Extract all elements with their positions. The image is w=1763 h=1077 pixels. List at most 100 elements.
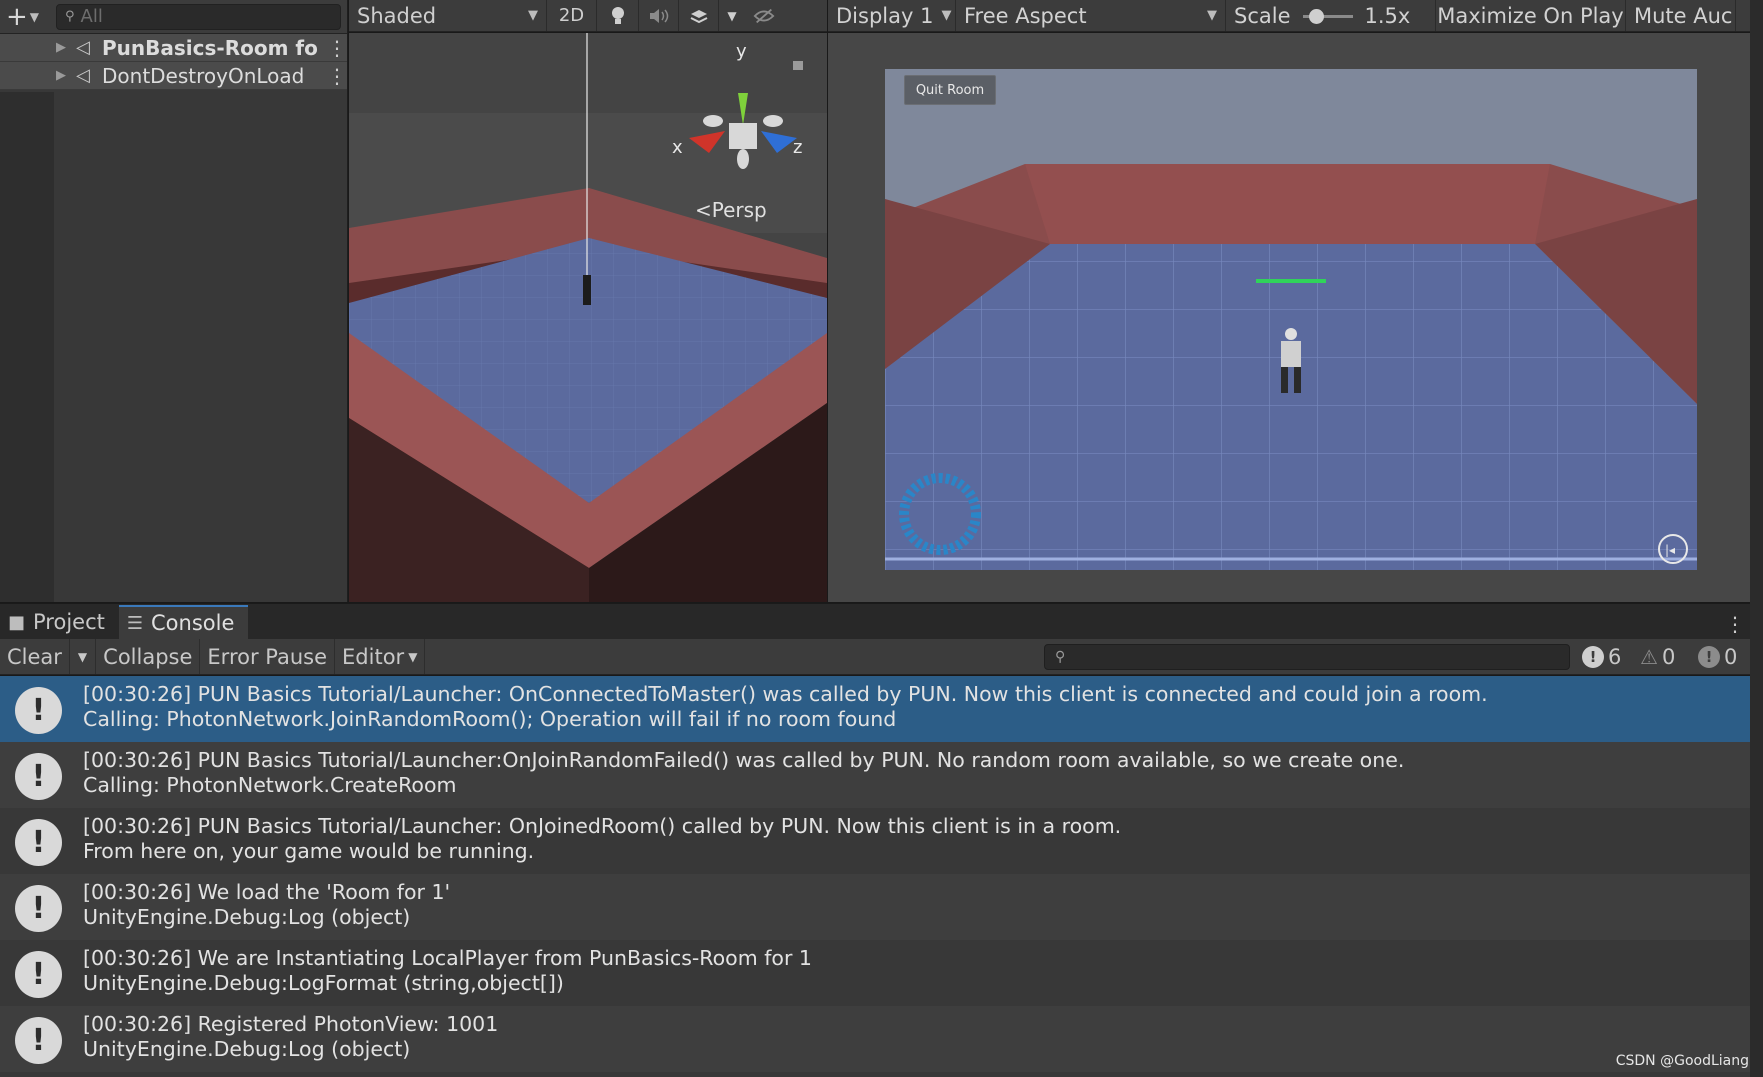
clear-options-dropdown[interactable]: ▼ [70,639,97,674]
log-message: [00:30:26] PUN Basics Tutorial/Launcher:… [83,814,1121,864]
gizmo-y-label: y [736,41,747,62]
log-entry[interactable]: ! [00:30:26] We are Instantiating LocalP… [0,940,1750,1006]
create-button[interactable]: + ▼ [6,4,50,30]
hierarchy-item-dontdestroy[interactable]: ▶ ◁ DontDestroyOnLoad ⋮ [0,62,347,90]
tab-more-menu-icon[interactable]: ⋮ [1725,612,1745,636]
console-search-input[interactable]: ⚲ [1044,644,1570,670]
gizmo-neg-z[interactable] [763,115,783,127]
gizmo-neg-y[interactable] [737,149,749,169]
scene-player-figure[interactable] [583,275,591,305]
scale-slider-handle[interactable] [1308,8,1324,24]
game-toolbar: Display 1 ▼ Free Aspect ▼ Scale 1.5x Max… [828,0,1763,32]
warning-count-toggle[interactable]: ⚠ 0 [1640,643,1675,671]
tab-console[interactable]: ☰ Console [118,605,249,639]
info-icon: ! [15,885,62,932]
clear-button[interactable]: Clear [0,639,70,674]
info-icon: ! [1582,646,1604,668]
info-icon: ! [15,753,62,800]
log-entry[interactable]: ! [00:30:26] PUN Basics Tutorial/Launche… [0,676,1750,742]
projection-label[interactable]: <Persp [695,198,767,222]
shading-mode-label: Shaded [357,3,437,28]
shading-mode-dropdown[interactable]: Shaded ▼ [349,0,547,31]
log-line-2: UnityEngine.Debug:LogFormat (string,obje… [83,971,564,995]
clear-label: Clear [7,644,62,669]
aspect-label: Free Aspect [964,3,1087,28]
hierarchy-item-label: PunBasics-Room fo [102,35,318,60]
effects-toggle-button[interactable] [679,0,719,31]
search-placeholder: All [80,6,103,27]
aspect-dropdown[interactable]: Free Aspect ▼ [956,0,1226,31]
game-viewport[interactable]: |◂ [885,69,1697,570]
more-menu-icon[interactable]: ⋮ [327,64,347,88]
editor-dropdown[interactable]: Editor ▼ [335,639,426,674]
log-message: [00:30:26] Registered PhotonView: 1001 U… [83,1012,498,1062]
search-icon: ⚲ [1055,649,1066,665]
effects-dropdown[interactable]: ▼ [719,0,745,31]
editor-label: Editor [342,644,405,669]
info-icon: ! [15,819,62,866]
log-message: [00:30:26] We are Instantiating LocalPla… [83,946,812,996]
log-line-1: [00:30:26] PUN Basics Tutorial/Launcher:… [83,682,1488,706]
player-health-bar [1256,279,1326,283]
log-line-2: UnityEngine.Debug:Log (object) [83,905,411,929]
hierarchy-search-input[interactable]: ⚲ All [56,3,341,30]
warning-icon: ⚠ [1640,645,1658,669]
expand-arrow-icon[interactable]: ▶ [56,68,76,83]
stats-icon-glyph: |◂ [1665,543,1675,557]
info-icon: ! [15,951,62,998]
game-view[interactable]: |◂ Quit Room [885,69,1697,570]
log-entry[interactable]: ! [00:30:26] Registered PhotonView: 1001… [0,1006,1750,1072]
audio-toggle-button[interactable] [639,0,679,31]
unity-scene-icon: ◁ [76,65,90,86]
gizmo-center-cube[interactable] [729,123,757,149]
log-line-1: [00:30:26] PUN Basics Tutorial/Launcher:… [83,814,1122,838]
scene-view[interactable]: y x z <Persp [349,33,827,602]
lighting-toggle-button[interactable] [597,0,639,31]
game-floor-grid [885,244,1697,570]
hidden-eye-icon [753,8,775,23]
console-log-list[interactable]: ! [00:30:26] PUN Basics Tutorial/Launche… [0,676,1750,1077]
gizmo-neg-x[interactable] [703,115,723,127]
hierarchy-toolbar: + ▼ ⚲ All [0,0,347,34]
log-line-1: [00:30:26] We load the 'Room for 1' [83,880,451,904]
log-message: [00:30:26] We load the 'Room for 1' Unit… [83,880,450,930]
chevron-down-icon: ▼ [941,8,952,23]
log-line-1: [00:30:26] Registered PhotonView: 1001 [83,1012,499,1036]
watermark: CSDN @GoodLiang [1615,1053,1749,1069]
collapse-toggle[interactable]: Collapse [96,639,201,674]
speaker-icon [649,8,668,23]
display-dropdown[interactable]: Display 1 ▼ [828,0,956,31]
display-label: Display 1 [836,3,934,28]
gizmo-z-label: z [793,137,802,158]
scale-value: 1.5x [1364,3,1411,28]
unity-scene-icon: ◁ [76,37,90,58]
mute-audio-toggle[interactable]: Mute Auc [1626,0,1736,31]
error-pause-toggle[interactable]: Error Pause [200,639,336,674]
hierarchy-gutter [0,92,54,602]
log-message: [00:30:26] PUN Basics Tutorial/Launcher:… [83,748,1404,798]
window-scrollbar[interactable] [1750,0,1763,1077]
error-count-toggle[interactable]: ! 0 [1698,643,1737,671]
error-count: 0 [1724,645,1738,669]
folder-icon: ■ [8,611,26,633]
quit-room-button[interactable]: Quit Room [904,75,996,105]
maximize-on-play-toggle[interactable]: Maximize On Play [1436,0,1626,31]
expand-arrow-icon[interactable]: ▶ [56,40,76,55]
scene-viewport[interactable]: y x z <Persp [349,33,827,602]
log-entry[interactable]: ! [00:30:26] We load the 'Room for 1' Un… [0,874,1750,940]
log-entry[interactable]: ! [00:30:26] PUN Basics Tutorial/Launche… [0,808,1750,874]
log-line-1: [00:30:26] We are Instantiating LocalPla… [83,946,812,970]
more-menu-icon[interactable]: ⋮ [327,36,347,60]
tab-project[interactable]: ■ Project [0,605,119,639]
scale-slider[interactable] [1302,6,1353,26]
scene-visibility-button[interactable] [745,0,783,31]
log-entry[interactable]: ! [00:30:26] PUN Basics Tutorial/Launche… [0,742,1750,808]
toggle-2d-button[interactable]: 2D [547,0,597,31]
error-icon: ! [1698,646,1720,668]
lock-icon[interactable] [793,61,803,70]
info-count: 6 [1608,645,1622,669]
bottom-tab-bar: ■ Project ☰ Console ⋮ [0,603,1763,639]
info-count-toggle[interactable]: ! 6 [1582,643,1621,671]
hierarchy-item-scene[interactable]: ▶ ◁ PunBasics-Room fo ⋮ [0,34,347,62]
tab-console-label: Console [151,611,235,635]
